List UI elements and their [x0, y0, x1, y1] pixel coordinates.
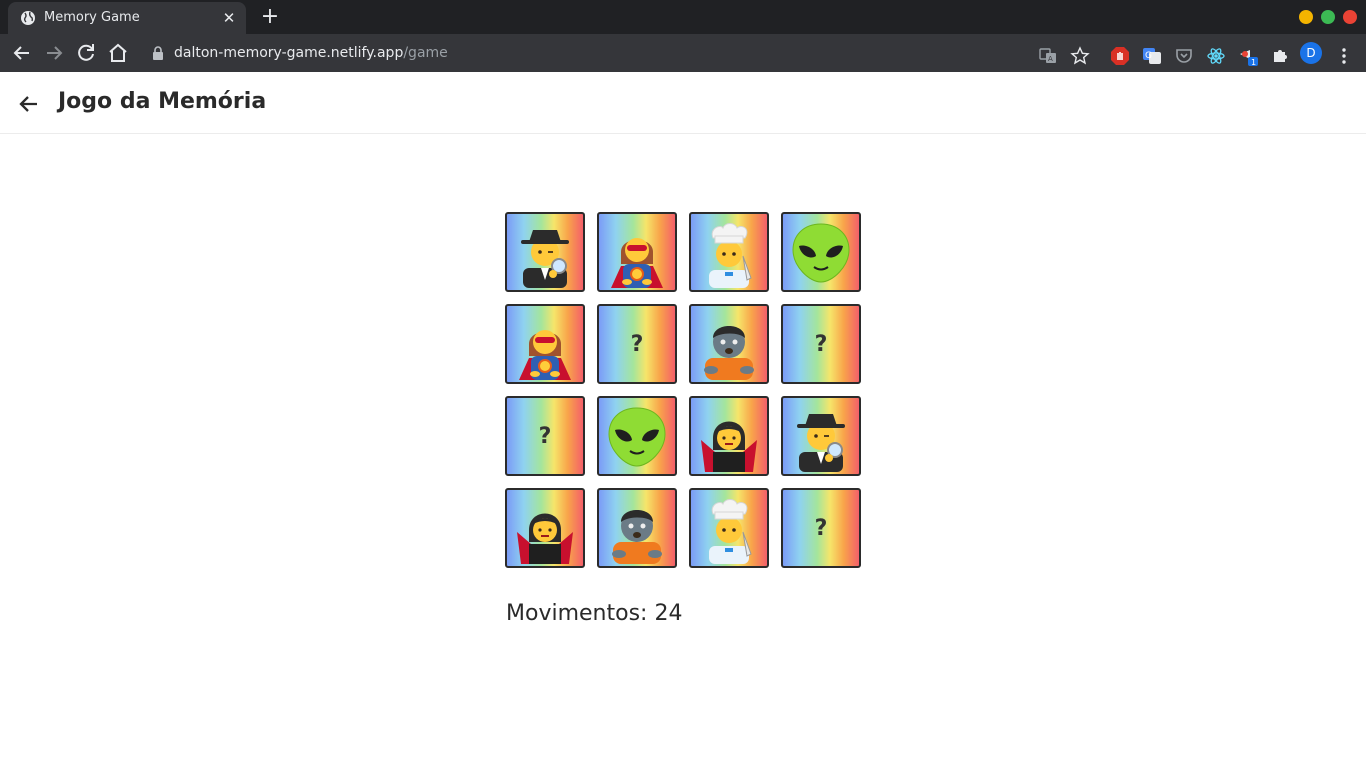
memory-card-hidden[interactable]: ? [597, 304, 677, 384]
maximize-button[interactable] [1321, 10, 1335, 24]
question-mark-label: ? [814, 515, 828, 541]
browser-tab[interactable]: Memory Game ✕ [8, 2, 246, 34]
cook-icon [709, 223, 752, 288]
globe-icon [21, 11, 35, 25]
extension-badge: 1 [1251, 58, 1256, 66]
memory-card-revealed[interactable] [597, 488, 677, 568]
memory-card-revealed[interactable] [505, 212, 585, 292]
moves-label: Movimentos: [506, 601, 648, 626]
browser-toolbar: dalton-memory-game.netlify.app/game A G [0, 34, 1366, 72]
kebab-menu-icon[interactable] [1334, 46, 1354, 66]
translate-icon[interactable]: A [1038, 46, 1058, 66]
browser-titlebar: Memory Game ✕ + [0, 0, 1366, 34]
svg-text:G: G [1145, 51, 1152, 61]
superhero-woman-icon [519, 330, 571, 380]
memory-card-revealed[interactable] [689, 488, 769, 568]
memory-card-revealed[interactable] [689, 396, 769, 476]
bookmark-star-icon[interactable] [1070, 46, 1090, 66]
puzzle-extensions-icon[interactable] [1270, 46, 1290, 66]
google-translate-extension-icon[interactable]: G [1142, 46, 1162, 66]
moves-counter: Movimentos: 24 [506, 601, 682, 626]
page-title: Jogo da Memória [58, 89, 267, 114]
memory-card-hidden[interactable]: ? [505, 396, 585, 476]
back-arrow-icon[interactable] [10, 41, 34, 65]
svg-text:A: A [1048, 55, 1053, 63]
moves-count: 24 [654, 601, 683, 626]
memory-card-revealed[interactable] [505, 304, 585, 384]
cook-icon [709, 499, 752, 564]
extension-with-badge-icon[interactable]: 1 [1238, 46, 1258, 66]
detective-woman-icon [797, 414, 845, 472]
memory-card-revealed[interactable] [689, 304, 769, 384]
home-icon[interactable] [106, 41, 130, 65]
pocket-icon[interactable] [1174, 46, 1194, 66]
close-window-button[interactable] [1343, 10, 1357, 24]
stop-hand-extension-icon[interactable] [1110, 46, 1130, 66]
memory-card-revealed[interactable] [781, 212, 861, 292]
question-mark-label: ? [814, 331, 828, 357]
app-header: Jogo da Memória [0, 72, 1366, 134]
url-host: dalton-memory-game.netlify.app [174, 45, 404, 61]
new-tab-button[interactable]: + [258, 5, 282, 29]
alien-icon [608, 407, 666, 467]
memory-board: ? ?? ? [505, 212, 861, 568]
memory-card-revealed[interactable] [597, 212, 677, 292]
url-path: /game [403, 45, 448, 61]
profile-avatar[interactable]: D [1300, 42, 1322, 64]
react-devtools-icon[interactable] [1206, 46, 1226, 66]
url-text: dalton-memory-game.netlify.app/game [174, 45, 448, 61]
question-mark-label: ? [538, 423, 552, 449]
memory-card-revealed[interactable] [505, 488, 585, 568]
question-mark-label: ? [630, 331, 644, 357]
lock-icon [153, 46, 163, 60]
detective-woman-icon [521, 230, 569, 288]
vampire-icon [517, 513, 573, 564]
vampire-icon [701, 421, 757, 472]
forward-arrow-icon[interactable] [42, 41, 66, 65]
alien-icon [792, 223, 850, 283]
minimize-button[interactable] [1299, 10, 1313, 24]
back-arrow-icon[interactable] [16, 91, 42, 117]
memory-card-revealed[interactable] [597, 396, 677, 476]
zombie-icon [704, 326, 754, 380]
memory-card-revealed[interactable] [689, 212, 769, 292]
tab-close-icon[interactable]: ✕ [220, 9, 238, 27]
address-bar[interactable]: dalton-memory-game.netlify.app/game A G [142, 37, 1364, 69]
page-content: Jogo da Memória ? ? ? ? Movimentos: 24 [0, 72, 1366, 768]
reload-icon[interactable] [74, 41, 98, 65]
tab-title: Memory Game [44, 10, 140, 25]
memory-card-hidden[interactable]: ? [781, 488, 861, 568]
zombie-icon [612, 510, 662, 564]
memory-card-revealed[interactable] [781, 396, 861, 476]
superhero-woman-icon [611, 238, 663, 288]
memory-card-hidden[interactable]: ? [781, 304, 861, 384]
